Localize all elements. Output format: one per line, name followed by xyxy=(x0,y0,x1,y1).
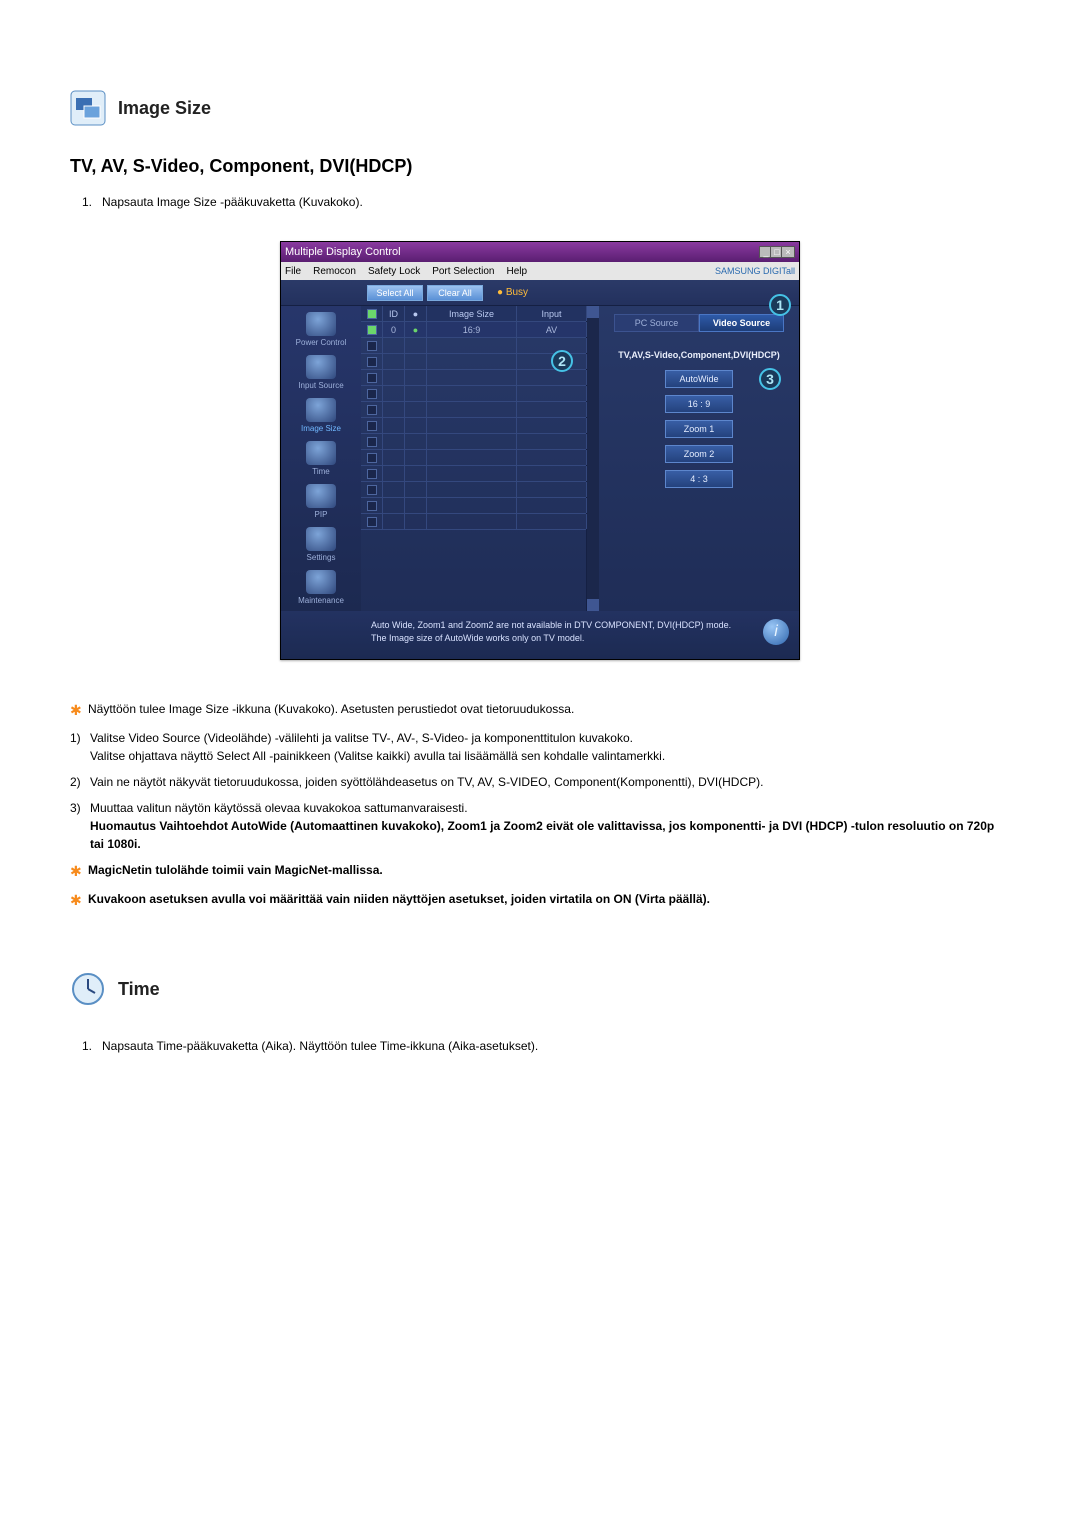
col-input: Input xyxy=(517,306,587,321)
list-number: 2) xyxy=(70,773,90,791)
close-icon: × xyxy=(781,246,795,258)
sidebar-item-input[interactable]: Input Source xyxy=(290,355,352,390)
option-4-3[interactable]: 4 : 3 xyxy=(665,470,733,488)
col-image-size: Image Size xyxy=(427,306,517,321)
intro-text: Napsauta Image Size -pääkuvaketta (Kuvak… xyxy=(102,193,363,211)
sidebar-item-time[interactable]: Time xyxy=(290,441,352,476)
list-number: 1. xyxy=(82,193,102,211)
callout-1: 1 xyxy=(769,294,791,316)
star-icon: ✱ xyxy=(70,861,88,882)
table-row xyxy=(361,450,586,466)
col-id: ID xyxy=(383,306,405,321)
table-row[interactable]: 0 ● 16:9 AV xyxy=(361,322,586,338)
select-all-button[interactable]: Select All xyxy=(367,285,423,301)
menubar: File Remocon Safety Lock Port Selection … xyxy=(281,262,799,280)
image-size-nav-icon xyxy=(306,398,336,422)
power-icon xyxy=(306,312,336,336)
menu-help[interactable]: Help xyxy=(506,266,527,277)
header-check[interactable] xyxy=(367,309,377,319)
table-row xyxy=(361,514,586,530)
clear-all-button[interactable]: Clear All xyxy=(427,285,483,301)
tab-video-source[interactable]: Video Source xyxy=(699,314,784,332)
callout-3: 3 xyxy=(759,368,781,390)
sidebar-item-power[interactable]: Power Control xyxy=(290,312,352,347)
note-text: Valitse Video Source (Videolähde) -välil… xyxy=(90,729,665,765)
sidebar: Power Control Input Source Image Size Ti… xyxy=(281,306,361,611)
info-icon: i xyxy=(763,619,789,645)
table-row xyxy=(361,498,586,514)
menu-remocon[interactable]: Remocon xyxy=(313,266,356,277)
sidebar-item-maintenance[interactable]: Maintenance xyxy=(290,570,352,605)
intro-text: Napsauta Time-pääkuvaketta (Aika). Näytt… xyxy=(102,1037,538,1055)
callout-2: 2 xyxy=(551,350,573,372)
window-controls[interactable]: _□× xyxy=(762,246,795,258)
note-text: MagicNetin tulolähde toimii vain MagicNe… xyxy=(88,861,383,882)
table-row xyxy=(361,338,586,354)
image-size-icon xyxy=(70,90,106,126)
app-window: Multiple Display Control _□× File Remoco… xyxy=(280,241,800,660)
option-zoom1[interactable]: Zoom 1 xyxy=(665,420,733,438)
settings-icon xyxy=(306,527,336,551)
brand-label: SAMSUNG DIGITall xyxy=(715,266,795,276)
option-autowide[interactable]: AutoWide xyxy=(665,370,733,388)
row-check[interactable] xyxy=(367,325,377,335)
sidebar-item-pip[interactable]: PIP xyxy=(290,484,352,519)
sidebar-item-image-size[interactable]: Image Size xyxy=(290,398,352,433)
table-row xyxy=(361,418,586,434)
busy-indicator: Busy xyxy=(497,287,528,298)
star-icon: ✱ xyxy=(70,890,88,911)
window-title: Multiple Display Control xyxy=(285,246,401,258)
table-row xyxy=(361,434,586,450)
table-row xyxy=(361,386,586,402)
scroll-up-icon xyxy=(587,306,599,318)
panel-title: TV,AV,S-Video,Component,DVI(HDCP) xyxy=(618,350,780,360)
option-16-9[interactable]: 16 : 9 xyxy=(665,395,733,413)
option-zoom2[interactable]: Zoom 2 xyxy=(665,445,733,463)
col-status-icon: ● xyxy=(405,306,427,321)
footer-message: Auto Wide, Zoom1 and Zoom2 are not avail… xyxy=(281,611,799,659)
input-icon xyxy=(306,355,336,379)
table-row xyxy=(361,402,586,418)
scrollbar[interactable] xyxy=(587,306,599,611)
menu-file[interactable]: File xyxy=(285,266,301,277)
time-nav-icon xyxy=(306,441,336,465)
options-panel: 1 2 3 PC Source Video Source TV,AV,S-Vid… xyxy=(599,306,799,611)
time-icon xyxy=(70,971,106,1007)
table-row xyxy=(361,466,586,482)
scroll-down-icon xyxy=(587,599,599,611)
table-row xyxy=(361,482,586,498)
menu-port[interactable]: Port Selection xyxy=(432,266,494,277)
list-number: 1) xyxy=(70,729,90,765)
tab-pc-source[interactable]: PC Source xyxy=(614,314,699,332)
info-grid: ID ● Image Size Input 0 ● 16:9 AV xyxy=(361,306,587,611)
section-title: Image Size xyxy=(118,98,211,119)
section-title: Time xyxy=(118,979,160,1000)
note-text: Vain ne näytöt näkyvät tietoruudukossa, … xyxy=(90,773,763,791)
note-text: Kuvakoon asetuksen avulla voi määrittää … xyxy=(88,890,710,911)
status-dot: ● xyxy=(405,322,427,337)
note-text: Muuttaa valitun näytön käytössä olevaa k… xyxy=(90,799,1010,853)
sidebar-item-settings[interactable]: Settings xyxy=(290,527,352,562)
list-number: 1. xyxy=(82,1037,102,1055)
note-text: Näyttöön tulee Image Size -ikkuna (Kuvak… xyxy=(88,700,574,721)
maintenance-icon xyxy=(306,570,336,594)
titlebar: Multiple Display Control _□× xyxy=(281,242,799,262)
sub-heading: TV, AV, S-Video, Component, DVI(HDCP) xyxy=(70,156,1010,177)
list-number: 3) xyxy=(70,799,90,853)
menu-safety[interactable]: Safety Lock xyxy=(368,266,420,277)
pip-icon xyxy=(306,484,336,508)
table-row xyxy=(361,370,586,386)
star-icon: ✱ xyxy=(70,700,88,721)
